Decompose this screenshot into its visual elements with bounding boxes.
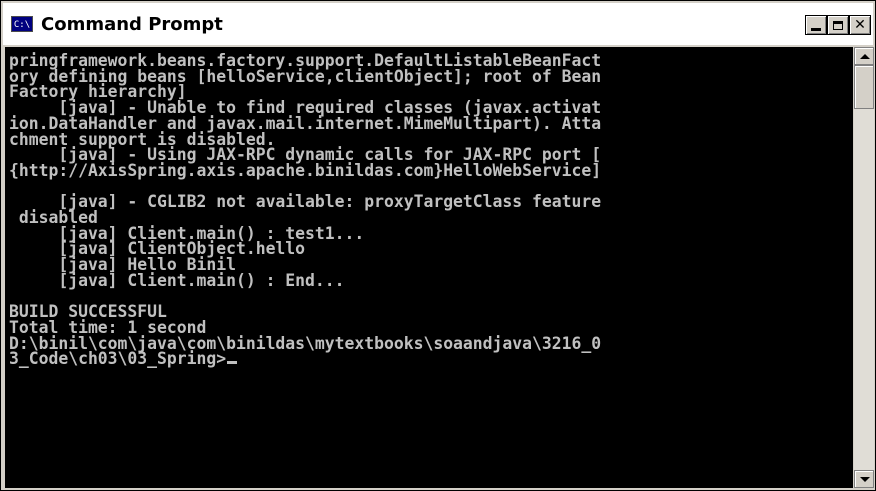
console-output: pringframework.beans.factory.support.Def… [5,47,853,367]
title-bar[interactable]: C:\ Command Prompt ✕ [3,3,873,45]
minimize-button[interactable] [805,15,827,35]
window-title: Command Prompt [41,13,223,35]
console-prompt: 3_Code\ch03\03_Spring> [9,349,227,369]
scroll-down-button[interactable] [854,470,874,488]
text-cursor [227,361,238,365]
scroll-up-arrow-icon [860,54,870,59]
command-prompt-window: C:\ Command Prompt ✕ pringframework.bean… [0,0,876,491]
scroll-down-arrow-icon [860,477,870,482]
console-line: {http://AxisSpring.axis.apache.binildas.… [9,160,602,180]
maximize-button[interactable] [827,15,849,35]
scroll-up-button[interactable] [854,47,874,65]
close-icon: ✕ [854,17,866,33]
console-line: [java] - CGLIB2 not available: proxyTarg… [9,192,602,212]
cmd-icon[interactable]: C:\ [11,16,33,32]
maximize-icon [833,20,843,30]
console-line: [java] Client.main() : End... [9,270,345,290]
minimize-icon [811,27,821,31]
vertical-scrollbar[interactable] [854,47,874,488]
console-output-area[interactable]: pringframework.beans.factory.support.Def… [5,47,853,488]
scroll-thumb[interactable] [854,65,874,109]
close-button[interactable]: ✕ [849,15,871,35]
